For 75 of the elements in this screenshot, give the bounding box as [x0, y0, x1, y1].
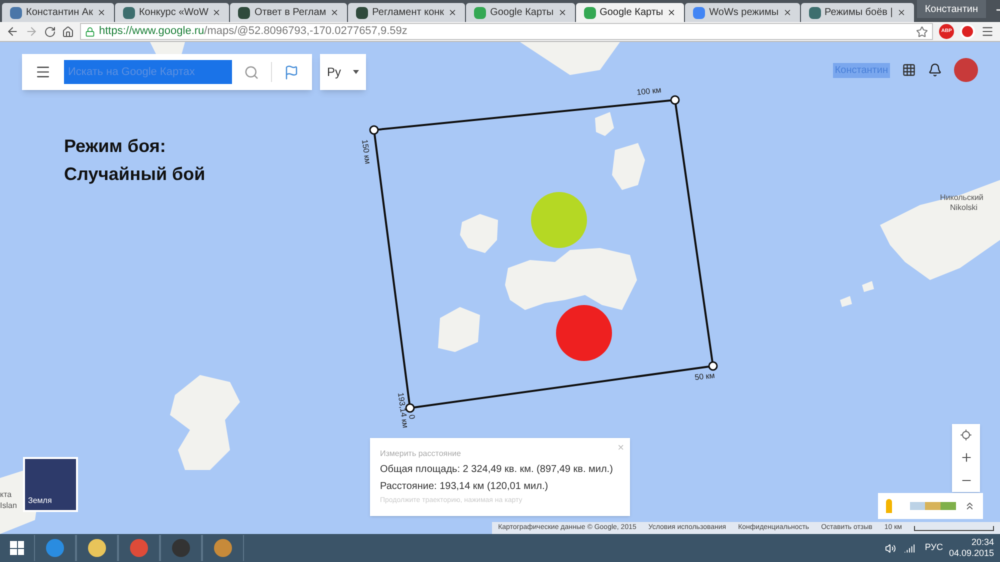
location-icon[interactable]: [960, 429, 972, 441]
browser-tab[interactable]: Ответ в Реглам: [230, 3, 348, 22]
search-field[interactable]: Искать на Google Картах: [64, 60, 232, 84]
measure-label: 193,14 км: [396, 392, 410, 429]
avatar[interactable]: [954, 58, 978, 82]
site-icon: [693, 6, 706, 18]
measure-label: 100 км: [636, 85, 662, 97]
site-icon: [122, 6, 135, 18]
home-icon[interactable]: [62, 26, 74, 38]
back-icon[interactable]: [6, 25, 19, 38]
taskbar-app-icon[interactable]: [160, 535, 202, 561]
input-language[interactable]: РУС: [924, 541, 943, 555]
menu-icon[interactable]: [35, 64, 51, 80]
tab-title: WoWs режимы: [709, 6, 779, 20]
star-icon[interactable]: [916, 26, 928, 38]
browser-tab[interactable]: Конкурс «WoW: [114, 3, 230, 22]
tab-title: Google Карты: [600, 6, 664, 20]
site-icon: [238, 6, 250, 18]
tab-title: Режимы боёв |: [824, 6, 893, 20]
tab-title: Константин Ак: [26, 6, 93, 20]
place-label: Islan: [0, 501, 17, 510]
tab-title: Google Карты: [490, 6, 554, 20]
clock[interactable]: 20:34 04.09.2015: [948, 537, 994, 559]
notifications-icon[interactable]: [928, 63, 942, 77]
layer-thumbnail[interactable]: Земля: [23, 457, 78, 512]
profile-name[interactable]: Константин: [916, 0, 986, 18]
taskbar-app-icon[interactable]: [202, 535, 244, 561]
tab-title: Конкурс «WoW: [138, 6, 208, 20]
close-icon[interactable]: [896, 8, 906, 17]
site-icon: [808, 6, 821, 18]
measure-label: 50 км: [694, 370, 716, 382]
browser-tab[interactable]: Константин Ак: [2, 3, 114, 22]
measure-label: 150 км: [360, 139, 372, 165]
close-icon[interactable]: [330, 8, 340, 17]
overlay-title: Режим боя:: [64, 135, 167, 158]
close-icon[interactable]: [667, 8, 676, 17]
popup-title: Измерить расстояние: [380, 448, 462, 460]
close-icon[interactable]: [96, 8, 106, 17]
url-text: https://www.google.ru/maps/@52.8096793,-170.0277657,9.59z: [99, 24, 408, 40]
site-icon: [10, 6, 22, 18]
close-icon[interactable]: [782, 8, 792, 17]
place-label: кта: [0, 490, 12, 499]
browser-tab[interactable]: WoWs режимы: [685, 3, 800, 22]
site-icon: [356, 6, 368, 18]
site-icon: [474, 6, 486, 18]
tab-title: Ответ в Реглам: [254, 6, 326, 20]
browser-tab[interactable]: Google Карты: [466, 3, 575, 22]
imagery-thumbnail-icon[interactable]: [910, 502, 956, 510]
close-icon[interactable]: [558, 8, 567, 17]
tab-title: Регламент конк: [372, 6, 444, 20]
measure-label: 0: [407, 414, 417, 420]
start-icon[interactable]: [10, 541, 24, 555]
caret-icon: [353, 70, 359, 74]
search-icon[interactable]: [244, 64, 259, 80]
distance-text: Расстояние: 193,14 км (120,01 мил.): [380, 480, 550, 494]
browser-tab[interactable]: Google Карты: [576, 3, 684, 22]
place-label: Никольский: [940, 193, 984, 202]
area-text: Общая площадь: 2 324,49 кв. км. (897,49 кв. мил.): [380, 463, 614, 477]
browser-tab[interactable]: Регламент конк: [348, 3, 466, 22]
lock-icon: [85, 26, 95, 36]
reload-icon[interactable]: [44, 26, 56, 38]
close-icon[interactable]: [448, 8, 458, 17]
menu-icon[interactable]: [981, 25, 994, 38]
address-bar[interactable]: https://www.google.ru/maps/@52.8096793,-170.0277657,9.59z: [80, 23, 933, 40]
place-label: Nikolski: [950, 203, 978, 212]
site-icon: [584, 6, 596, 18]
volume-icon[interactable]: [884, 542, 896, 554]
overlay-title: Случайный бой: [64, 163, 206, 186]
apps-icon[interactable]: [902, 63, 916, 77]
extension-icon[interactable]: [960, 24, 975, 39]
language-dropdown[interactable]: Ру: [320, 54, 366, 90]
browser-tab[interactable]: Режимы боёв |: [800, 3, 914, 22]
zoom-in-icon[interactable]: [960, 451, 972, 464]
taskbar-app-icon[interactable]: [76, 535, 118, 561]
close-icon[interactable]: [212, 8, 222, 17]
